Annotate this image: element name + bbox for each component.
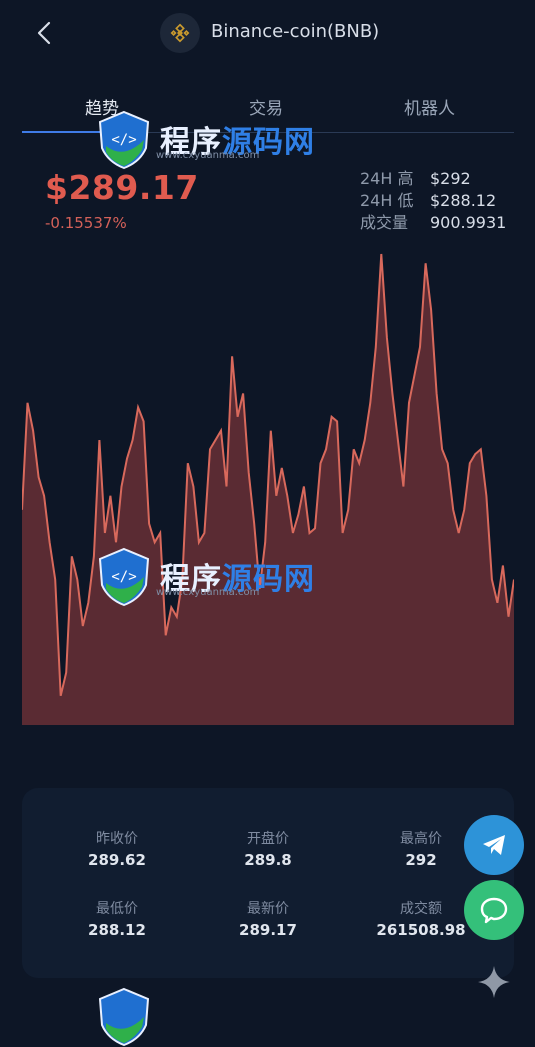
svg-text:</>: </> <box>111 569 136 585</box>
summary-value: 289.62 <box>88 851 146 869</box>
telegram-button[interactable] <box>464 815 524 875</box>
telegram-icon <box>483 835 505 855</box>
summary-label: 昨收价 <box>96 831 138 847</box>
chat-bubble-icon <box>480 897 508 924</box>
top-bar: Binance-coin(BNB) <box>0 0 535 66</box>
chevron-left-icon[interactable] <box>30 18 60 48</box>
watermark-bottom <box>96 985 152 1047</box>
summary-value: 289.17 <box>239 921 297 939</box>
price-area-chart[interactable] <box>22 240 514 725</box>
tab-robot[interactable]: 机器人 <box>404 94 455 119</box>
sparkle-icon[interactable] <box>476 964 512 1000</box>
price-stats: 24H 高 $292 24H 低 $288.12 成交量 900.9931 <box>360 168 506 234</box>
watermark-shield-icon: </> <box>98 110 150 170</box>
watermark-shield-icon <box>98 987 150 1047</box>
summary-prev-close: 昨收价 289.62 <box>42 828 192 869</box>
watermark-middle: </> 程序 源码网 www.cxyuanma.com <box>96 545 315 607</box>
stat-low-value: $288.12 <box>430 191 497 210</box>
chat-button[interactable] <box>464 880 524 940</box>
page-title: Binance-coin(BNB) <box>211 21 380 42</box>
watermark-shield-icon: </> <box>98 547 150 607</box>
svg-text:</>: </> <box>111 132 136 148</box>
current-price: $289.17 <box>45 168 199 207</box>
stat-volume-label: 成交量 <box>360 213 409 232</box>
stat-high-label: 24H 高 <box>360 169 414 188</box>
watermark-subtext: www.cxyuanma.com <box>156 150 260 161</box>
summary-open: 开盘价 289.8 <box>193 828 343 869</box>
summary-latest: 最新价 289.17 <box>193 898 343 939</box>
stat-high-value: $292 <box>430 169 471 188</box>
summary-value: 288.12 <box>88 921 146 939</box>
stat-volume-value: 900.9931 <box>430 213 507 232</box>
market-summary-panel: 昨收价 289.62 开盘价 289.8 最高价 292 最低价 288.12 … <box>22 788 514 978</box>
summary-label: 最新价 <box>247 901 289 917</box>
summary-label: 最低价 <box>96 901 138 917</box>
stat-low: 24H 低 $288.12 <box>360 190 506 212</box>
price-change: -0.15537% <box>45 214 127 232</box>
watermark-subtext: www.cxyuanma.com <box>156 587 260 598</box>
stat-high: 24H 高 $292 <box>360 168 506 190</box>
bnb-icon <box>160 13 200 53</box>
watermark-top: </> 程序 源码网 www.cxyuanma.com <box>96 108 315 170</box>
summary-label: 开盘价 <box>247 831 289 847</box>
stat-low-label: 24H 低 <box>360 191 414 210</box>
summary-low: 最低价 288.12 <box>42 898 192 939</box>
stat-volume: 成交量 900.9931 <box>360 212 506 234</box>
summary-value: 289.8 <box>244 851 292 869</box>
